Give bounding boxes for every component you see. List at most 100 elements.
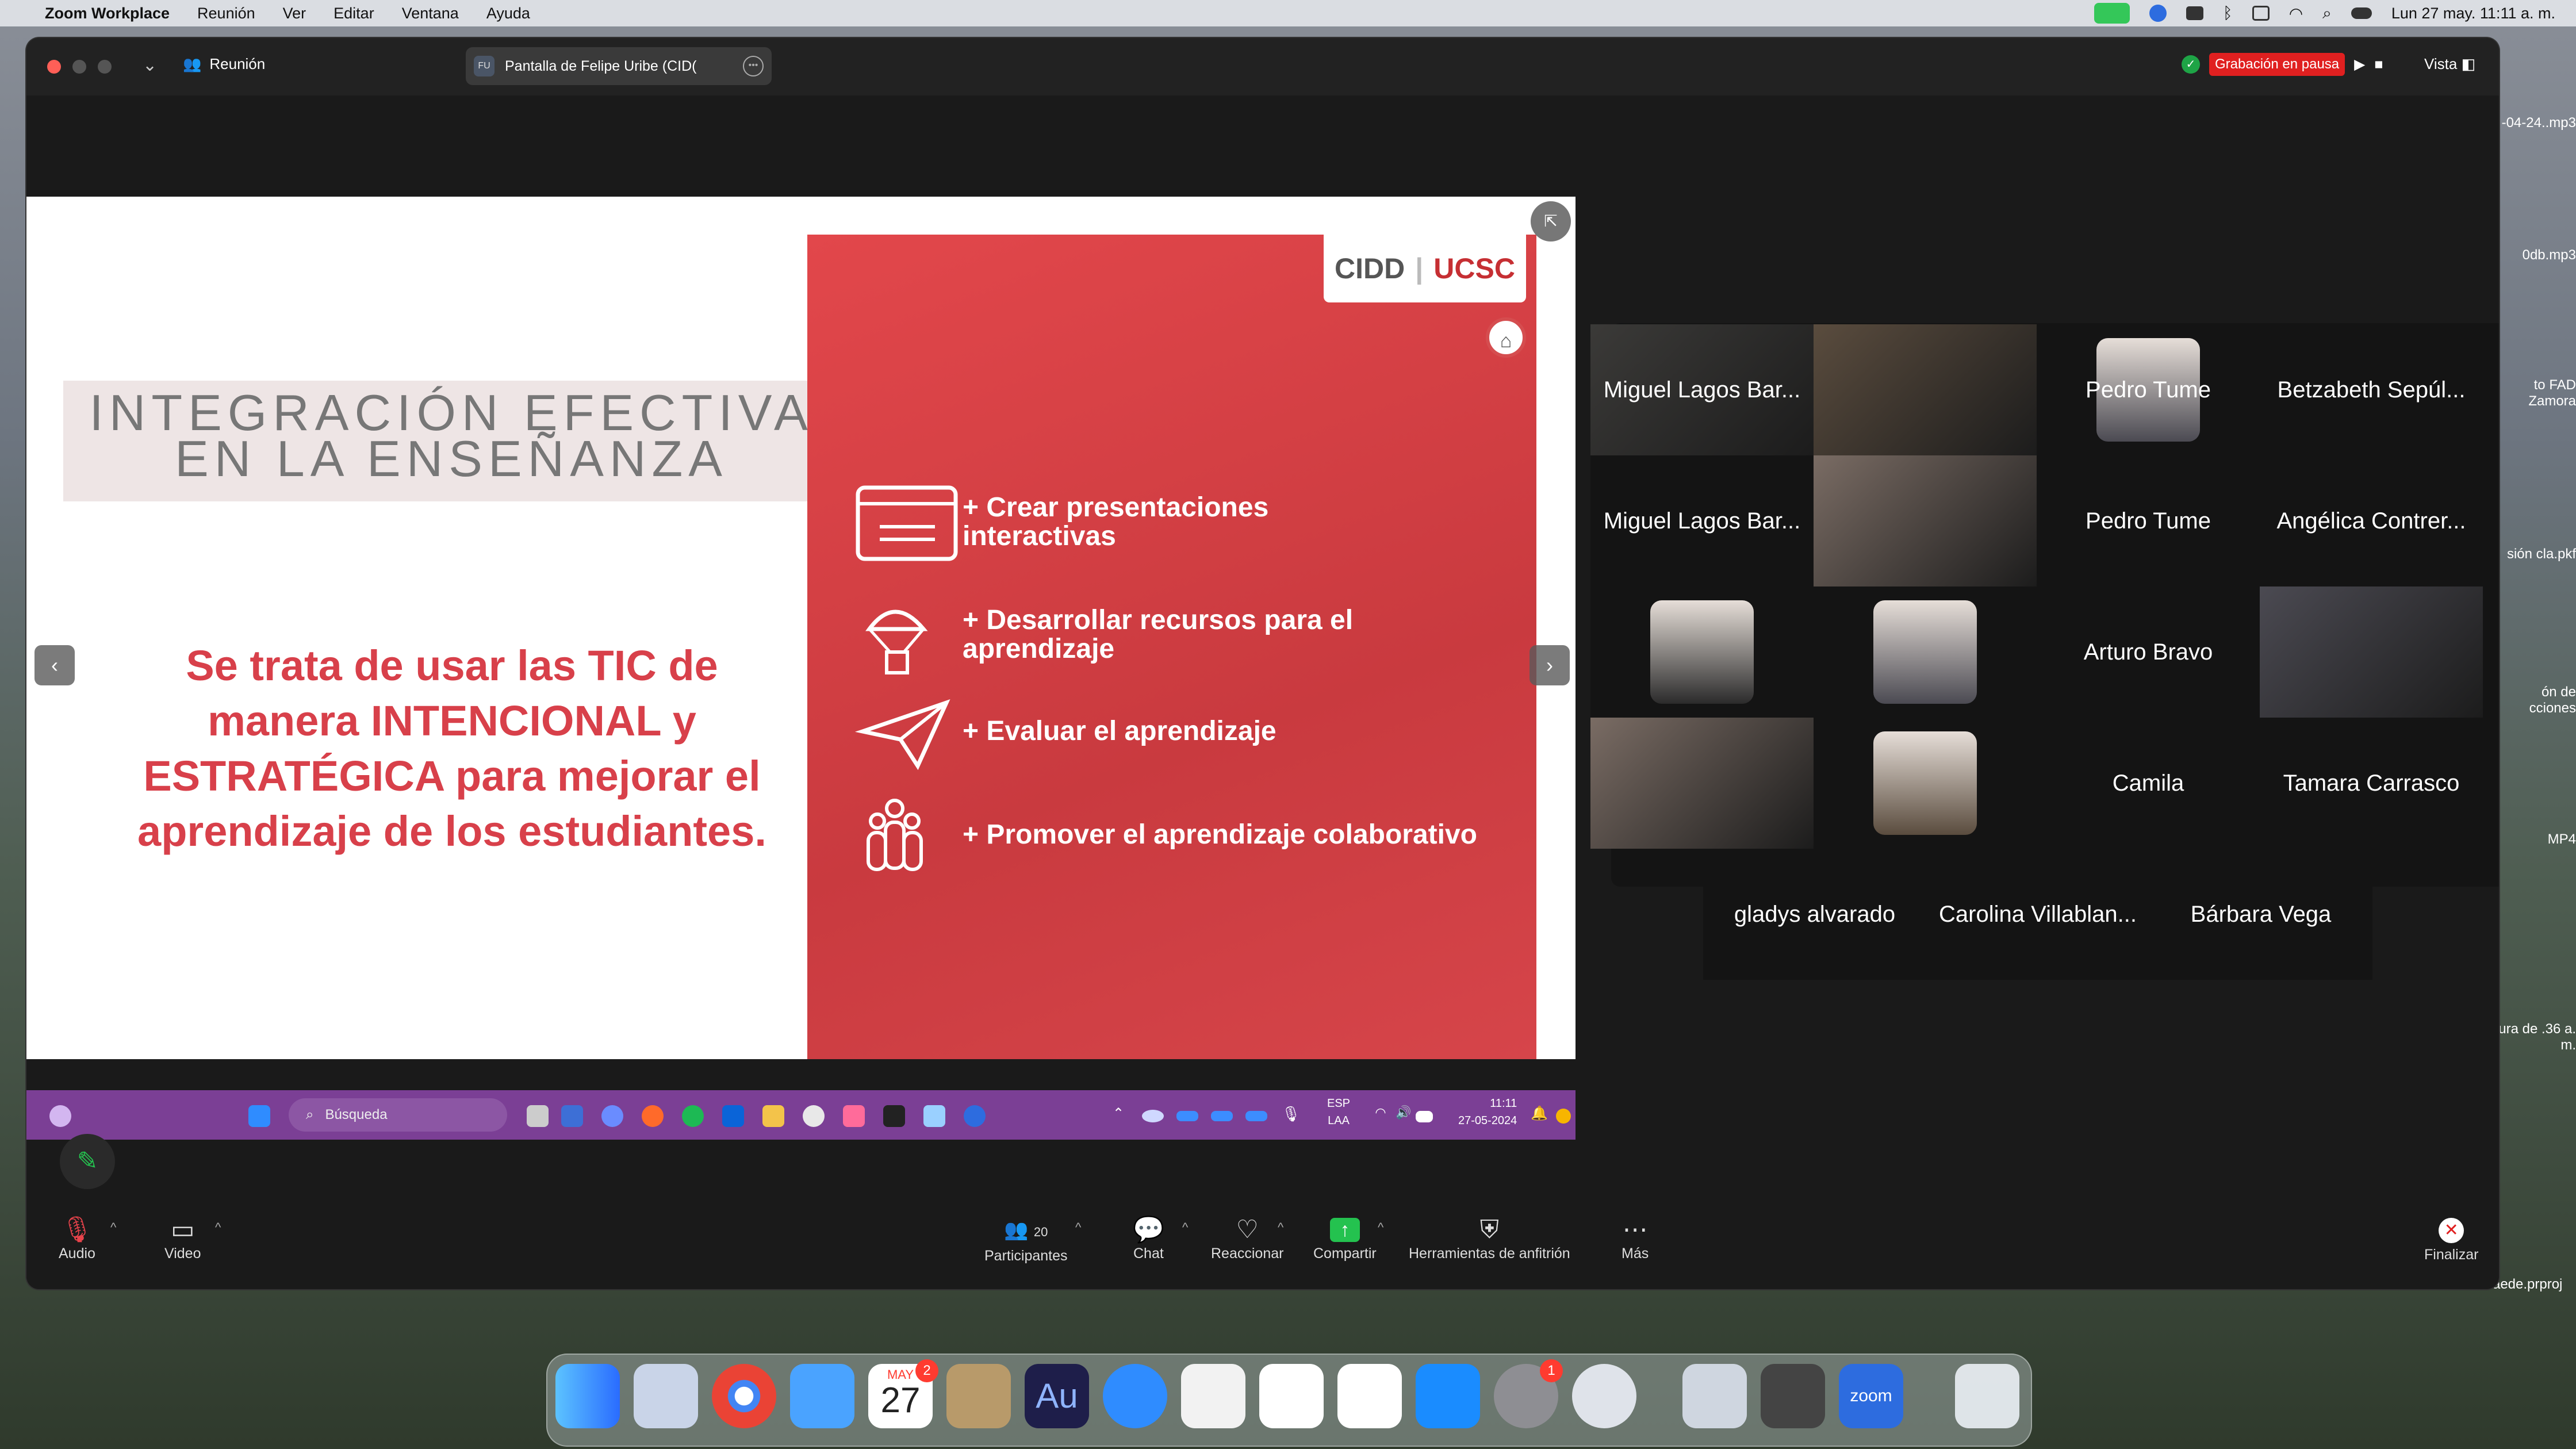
finder-icon[interactable] [555,1364,620,1428]
participant-tile[interactable]: Miguel Lagos Bar... [1590,455,1814,586]
quicktime-icon[interactable] [1572,1364,1636,1428]
video-options-caret[interactable]: ^ [215,1220,221,1235]
app-icon[interactable] [843,1105,865,1127]
language-indicator[interactable]: ESP LAA [1327,1095,1350,1129]
zoom-window-button[interactable] [98,60,112,74]
participant-tile[interactable] [1814,455,2037,586]
resume-recording-icon[interactable]: ▶ [2354,56,2365,73]
menu-item-ventana[interactable]: Ventana [402,5,459,22]
participant-tile[interactable]: Arturo Bravo [2037,586,2260,718]
desktop-file[interactable]: to FAD Zamora [2496,377,2576,409]
tray-icon[interactable] [1245,1111,1267,1121]
previous-slide-button[interactable]: ‹ [34,645,75,685]
notification-icon[interactable]: 🔔 [1528,1105,1550,1127]
popout-icon[interactable]: ⇱ [1531,201,1571,241]
task-view-icon[interactable] [527,1105,549,1127]
react-options-caret[interactable]: ^ [1278,1220,1283,1235]
keynote-icon[interactable] [1259,1364,1324,1428]
desktop-file[interactable]: sión cla.pkf [2496,546,2576,562]
app-store-icon[interactable] [1416,1364,1480,1428]
launchpad-icon[interactable] [634,1364,698,1428]
audio-options-caret[interactable]: ^ [110,1220,116,1235]
creative-cloud-icon[interactable] [2186,6,2203,20]
share-options-caret[interactable]: ^ [1378,1220,1383,1235]
microphone-icon[interactable]: 🎙 [1280,1105,1302,1127]
menu-item-ver[interactable]: Ver [283,5,306,22]
participant-tile[interactable] [1590,586,1814,718]
host-tools-button[interactable]: ⛨ Herramientas de anfitrión [1409,1214,1570,1262]
contacts-icon[interactable] [946,1364,1011,1428]
screen-mirroring-icon[interactable] [2252,6,2270,21]
annotate-pencil-icon[interactable]: ✎ [60,1134,115,1189]
participant-tile[interactable]: Pedro Tume [2037,455,2260,586]
chat-button[interactable]: 💬 Chat [1133,1214,1164,1262]
desktop-file[interactable]: MP4 [2496,831,2576,848]
desktop-file[interactable]: 0db.mp3 [2496,247,2576,263]
volume-icon[interactable]: 🔊 [1393,1105,1414,1127]
meeting-info-button[interactable]: 👥 Reunión [183,55,265,73]
participant-tile[interactable]: gladys alvarado [1703,849,1926,980]
zoom-taskbar-icon[interactable] [964,1105,986,1127]
share-button[interactable]: ↑ Compartir [1313,1214,1377,1262]
search-input[interactable]: ⌕ Búsqueda [289,1098,507,1132]
teams-icon[interactable] [561,1105,583,1127]
participant-tile[interactable]: Pedro Tume [2037,324,2260,455]
app-icon[interactable] [923,1105,945,1127]
tray-icon[interactable] [1176,1111,1198,1121]
chrome-icon[interactable] [803,1105,825,1127]
participant-tile[interactable] [1814,718,2037,849]
video-button[interactable]: ▭ Video [164,1214,201,1262]
participant-tile[interactable]: Carolina Villablan... [1926,849,2149,980]
wifi-icon[interactable]: ◠ [1370,1105,1392,1127]
participant-tile[interactable]: Miguel Lagos Bar... [1590,324,1814,455]
participant-tile[interactable] [1814,586,2037,718]
wifi-icon[interactable]: ◠ [2289,4,2303,23]
zoom-menu-icon[interactable] [2149,5,2167,22]
battery-icon[interactable] [1416,1111,1433,1122]
remote-clock[interactable]: 11:11 27-05-2024 [1458,1095,1517,1129]
file-explorer-icon[interactable] [762,1105,784,1127]
app-icon[interactable] [883,1105,905,1127]
desktop-file[interactable]: ón de cciones [2496,684,2576,716]
preview-icon[interactable] [1682,1364,1747,1428]
react-button[interactable]: ♡ Reaccionar [1211,1214,1283,1262]
calculator-icon[interactable] [1761,1364,1825,1428]
next-slide-button[interactable]: › [1529,645,1570,685]
participant-tile[interactable]: Camila [2037,718,2260,849]
more-button[interactable]: ⋯ Más [1621,1214,1649,1262]
view-button[interactable]: Vista ◧ [2424,55,2475,73]
chrome-icon[interactable] [712,1364,776,1428]
copilot-tray-icon[interactable] [1556,1109,1571,1124]
minimize-window-button[interactable] [72,60,86,74]
participant-tile[interactable] [2260,586,2483,718]
chat-options-caret[interactable]: ^ [1182,1220,1188,1235]
safari-icon[interactable] [1103,1364,1167,1428]
chevron-down-icon[interactable]: ⌄ [143,55,157,75]
desktop-file[interactable]: -04-24..mp3 [2496,115,2576,131]
audition-icon[interactable]: Au [1025,1364,1089,1428]
menu-item-editar[interactable]: Editar [334,5,374,22]
tray-icon[interactable] [1211,1111,1233,1121]
numbers-icon[interactable] [1337,1364,1402,1428]
mail-icon[interactable] [790,1364,854,1428]
participant-tile[interactable] [1590,718,1814,849]
more-options-icon[interactable]: ••• [743,56,764,76]
participants-options-caret[interactable]: ^ [1075,1220,1081,1235]
outlook-icon[interactable] [722,1105,744,1127]
desktop-file[interactable]: ura de .36 a. m. [2496,1021,2576,1053]
zoom-status-icon[interactable] [2094,3,2130,24]
search-icon[interactable]: ⌕ [2322,4,2332,23]
spotify-icon[interactable] [682,1105,704,1127]
participant-tile[interactable] [1814,324,2037,455]
chevron-up-icon[interactable]: ⌃ [1107,1105,1129,1127]
menu-clock[interactable]: Lun 27 may. 11:11 a. m. [2391,5,2555,22]
participant-tile[interactable]: Bárbara Vega [2149,849,2372,980]
audio-button[interactable]: 🎙 Audio [59,1214,95,1262]
weather-icon[interactable] [49,1105,71,1127]
participant-tile[interactable]: Tamara Carrasco [2260,718,2483,849]
browser-icon[interactable] [642,1105,664,1127]
participants-button[interactable]: 👥 20 Participantes [984,1214,1068,1264]
home-icon[interactable]: ⌂ [1486,317,1526,358]
close-window-button[interactable] [47,60,61,74]
participant-tile[interactable]: Angélica Contrer... [2260,455,2483,586]
